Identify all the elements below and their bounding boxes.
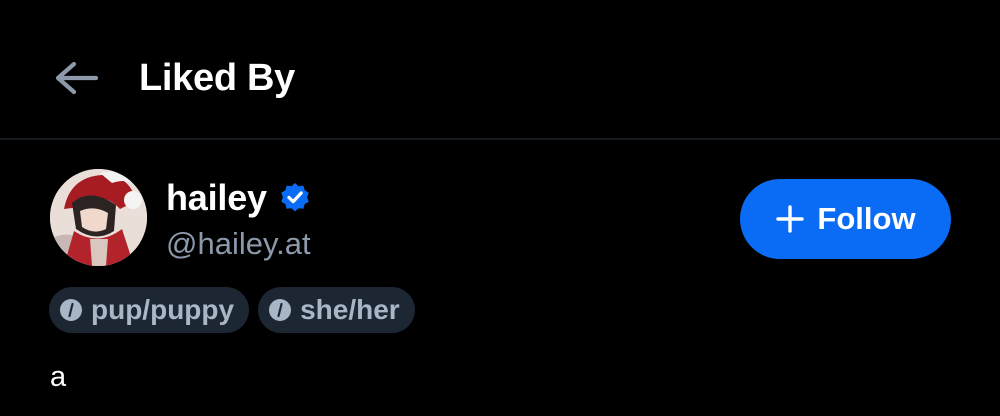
- page-title: Liked By: [139, 57, 295, 99]
- avatar[interactable]: [50, 169, 147, 266]
- label-pill-text: pup/puppy: [91, 294, 235, 325]
- info-icon: [59, 298, 83, 322]
- label-pill-text: she/her: [300, 294, 400, 325]
- arrow-left-icon: [52, 58, 100, 98]
- display-name[interactable]: hailey: [166, 174, 267, 222]
- info-icon: [268, 298, 292, 322]
- user-handle[interactable]: @hailey.at: [166, 222, 311, 266]
- follow-button[interactable]: Follow: [740, 179, 951, 259]
- name-line: hailey: [166, 174, 311, 222]
- plus-icon: [775, 204, 805, 234]
- label-pill[interactable]: pup/puppy: [49, 287, 250, 333]
- follow-button-label: Follow: [817, 201, 916, 236]
- label-pills: pup/puppy she/her: [49, 287, 415, 333]
- label-pill[interactable]: she/her: [258, 287, 415, 333]
- user-bio: a: [50, 361, 67, 393]
- header: Liked By: [0, 0, 1000, 140]
- back-button[interactable]: [48, 52, 104, 104]
- verified-check-icon[interactable]: [279, 182, 311, 214]
- liked-by-screen: Liked By hailey @hailey.at Follow pup/pu…: [0, 0, 1000, 416]
